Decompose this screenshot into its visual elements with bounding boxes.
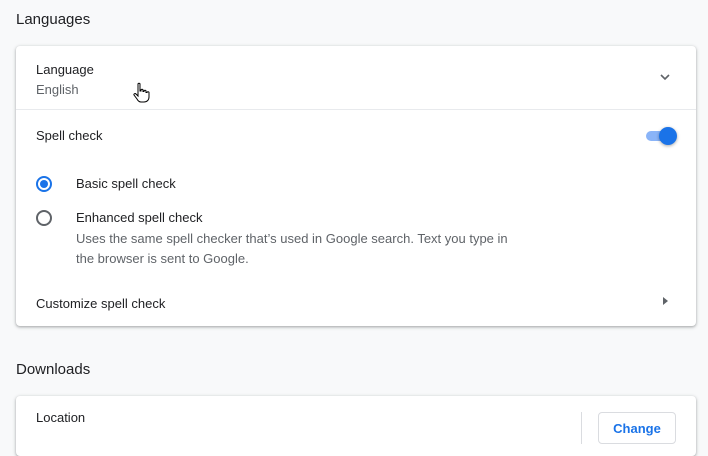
language-row[interactable]: Language English (16, 46, 696, 110)
language-value: English (36, 82, 79, 97)
location-label: Location (36, 410, 86, 425)
downloads-section-title: Downloads (16, 361, 91, 378)
customize-spell-check-label[interactable]: Customize spell check (36, 296, 165, 311)
separator (581, 412, 582, 444)
languages-section-title: Languages (16, 11, 91, 28)
languages-card: Language English Spell check Basic spell… (16, 46, 696, 326)
language-label: Language (36, 62, 94, 77)
toggle-knob (659, 127, 677, 145)
enhanced-spell-check-radio[interactable] (36, 210, 52, 226)
downloads-card: Location Change (16, 396, 696, 456)
basic-spell-check-label[interactable]: Basic spell check (76, 176, 176, 191)
caret-right-icon[interactable] (663, 297, 668, 305)
enhanced-spell-check-description: Uses the same spell checker that’s used … (76, 231, 508, 266)
spell-check-label: Spell check (36, 128, 103, 143)
hand-pointer-icon (133, 82, 150, 103)
chevron-down-icon[interactable] (658, 70, 672, 84)
basic-spell-check-radio[interactable] (36, 176, 52, 192)
spell-check-toggle[interactable] (646, 127, 678, 145)
enhanced-spell-check-label[interactable]: Enhanced spell check (76, 210, 202, 225)
change-location-button[interactable]: Change (598, 412, 676, 444)
